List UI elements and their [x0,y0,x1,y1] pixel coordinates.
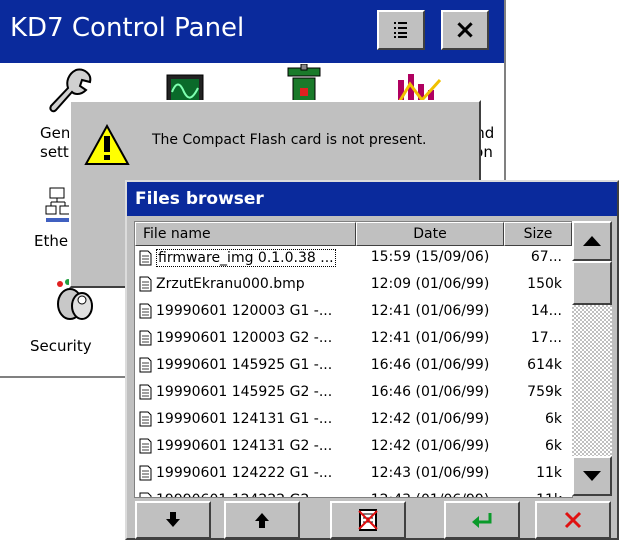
file-name: firmware_img 0.1.0.38 ... [156,249,336,267]
file-size: 17... [530,330,562,346]
file-name-cell: 19990601 145925 G2 -... [139,384,354,400]
file-name-cell: 19990601 124131 G2 -... [139,438,354,454]
delete-icon [358,509,378,531]
file-name: 19990601 124222 G1 -... [156,465,333,481]
security-label[interactable]: Security [30,337,92,355]
scroll-track[interactable] [572,305,612,456]
file-date: 16:46 (01/06/99) [370,384,490,400]
table-row[interactable]: 19990601 120003 G1 -... 12:41 (01/06/99) 1… [135,300,572,326]
general-settings-label-2[interactable]: sett [40,143,69,161]
file-name: ZrzutEkranu000.bmp [156,276,305,292]
file-icon [139,411,152,427]
file-name: 19990601 145925 G2 -... [156,384,333,400]
table-row[interactable]: ZrzutEkranu000.bmp 12:09 (01/06/99) 150k [135,273,572,299]
file-name: 19990601 120003 G2 -... [156,330,333,346]
file-date: 15:59 (15/09/06) [370,249,490,265]
column-header-date[interactable]: Date [356,222,504,246]
table-row[interactable]: 19990601 145925 G2 -... 16:46 (01/06/99) 7… [135,381,572,407]
list-icon [394,22,407,38]
file-name-cell: firmware_img 0.1.0.38 ... [139,249,354,267]
file-icon [139,303,152,319]
close-icon: × [454,15,476,45]
scroll-thumb[interactable] [572,261,612,305]
ok-button[interactable] [444,501,520,539]
file-icon [139,384,152,400]
enter-icon [472,513,492,528]
file-name: 19990601 124131 G1 -... [156,411,333,427]
file-name-cell: 19990601 120003 G1 -... [139,303,354,319]
file-size: 11k [504,492,562,497]
move-down-button[interactable] [135,501,211,539]
file-date: 12:41 (01/06/99) [370,303,490,319]
file-icon [139,250,152,266]
file-date: 12:42 (01/06/99) [370,438,490,454]
triangle-up-icon [583,236,601,246]
file-icon [139,438,152,454]
files-browser-window: Files browser File name Date Size firmwa… [125,180,619,540]
cancel-button[interactable] [535,501,611,539]
warning-icon [84,124,130,165]
file-icon [139,492,152,497]
menu-button[interactable] [377,10,425,50]
file-size: 67... [530,249,562,265]
file-icon [139,465,152,481]
window-title: KD7 Control Panel [10,13,245,43]
table-row[interactable]: 19990601 124131 G1 -... 12:42 (01/06/99) 6… [135,408,572,434]
file-size: 6k [544,411,562,427]
file-icon [139,276,152,292]
column-header-size[interactable]: Size [504,222,572,246]
table-row[interactable]: 19990601 124222 G1 -... 12:43 (01/06/99) 1… [135,462,572,488]
triangle-down-icon [583,471,601,481]
file-name: 19990601 120003 G1 -... [156,303,333,319]
table-row[interactable]: firmware_img 0.1.0.38 ... 15:59 (15/09/06… [135,246,572,272]
table-row[interactable]: 19990601 120003 G2 -... 12:41 (01/06/99) 1… [135,327,572,353]
table-row[interactable]: 19990601 124131 G2 -... 12:42 (01/06/99) 6… [135,435,572,461]
file-size: 150k [527,276,562,292]
file-date: 12:43 (01/06/99) [356,492,504,497]
ethernet-label[interactable]: Ethe [34,232,68,250]
file-size: 759k [527,384,562,400]
file-name-cell: 19990601 124222 G2 -... [139,492,354,497]
arrow-up-icon [255,513,269,528]
scroll-up-button[interactable] [572,221,612,261]
file-date: 12:43 (01/06/99) [370,465,490,481]
file-date: 16:46 (01/06/99) [370,357,490,373]
file-name: 19990601 124222 G2 -... [156,492,332,497]
general-settings-label[interactable]: Gen [40,124,70,142]
column-header-name[interactable]: File name [135,222,356,246]
vertical-scrollbar[interactable] [572,221,612,496]
file-date: 12:42 (01/06/99) [370,411,490,427]
file-date: 12:09 (01/06/99) [370,276,490,292]
file-name-cell: 19990601 145925 G1 -... [139,357,354,373]
file-date: 12:41 (01/06/99) [370,330,490,346]
table-row[interactable]: 19990601 145925 G1 -... 16:46 (01/06/99) 6… [135,354,572,380]
file-name-cell: 19990601 124131 G1 -... [139,411,354,427]
file-size: 11k [536,465,562,481]
file-name: 19990601 145925 G1 -... [156,357,333,373]
file-size: 14... [530,303,562,319]
file-name: 19990601 124131 G2 -... [156,438,333,454]
table-row[interactable]: 19990601 124222 G2 -... 12:43 (01/06/99)1… [135,489,572,497]
close-button[interactable]: × [441,10,489,50]
file-name-cell: 19990601 120003 G2 -... [139,330,354,346]
file-icon [139,357,152,373]
file-list[interactable]: File name Date Size firmware_img 0.1.0.3… [134,221,573,498]
file-icon [139,330,152,346]
file-name-cell: ZrzutEkranu000.bmp [139,276,354,292]
files-browser-title: Files browser [135,189,264,209]
control-panel-title-bar: KD7 Control Panel × [0,0,504,63]
arrow-down-icon [166,512,180,527]
cancel-x-icon [564,511,582,529]
file-size: 614k [527,357,562,373]
message-text: The Compact Flash card is not present. [152,132,427,148]
delete-button[interactable] [330,501,406,539]
file-size: 6k [544,438,562,454]
scroll-down-button[interactable] [572,456,612,496]
file-name-cell: 19990601 124222 G1 -... [139,465,354,481]
files-browser-title-bar: Files browser [127,182,617,216]
move-up-button[interactable] [224,501,300,539]
